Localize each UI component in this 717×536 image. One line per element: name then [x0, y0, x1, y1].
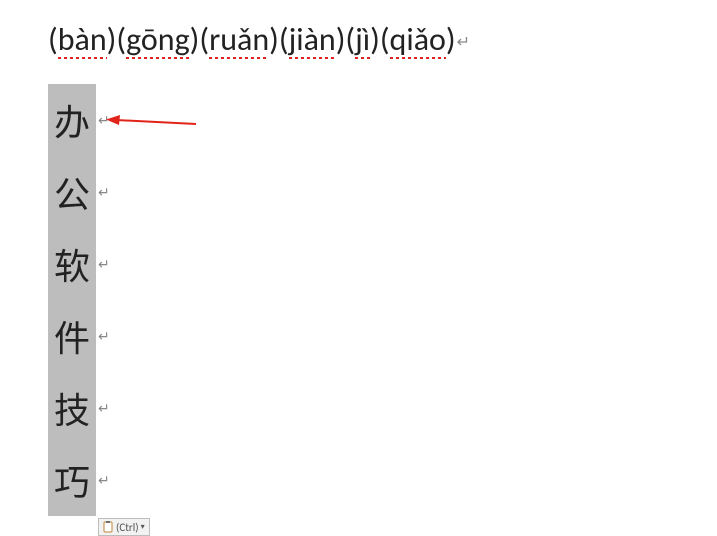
line-break-mark: ↵ — [98, 184, 110, 201]
pinyin-group: (qiǎo) — [380, 20, 456, 62]
pinyin-text: jì — [355, 20, 370, 62]
char-cell: 技 ↵ — [48, 372, 96, 444]
line-break-mark: ↵ — [98, 112, 110, 129]
clipboard-icon — [103, 521, 113, 533]
char-cell: 巧 ↵ — [48, 444, 96, 516]
pinyin-group: (jì) — [345, 20, 379, 62]
char-cell: 办 ↵ — [48, 84, 96, 156]
pinyin-text: bàn — [58, 20, 107, 62]
pinyin-line: (bàn)(gōng)(ruǎn)(jiàn)(jì)(qiǎo)↵ — [48, 20, 470, 62]
char-text: 件 — [54, 310, 90, 362]
char-cell: 软 ↵ — [48, 228, 96, 300]
line-break-mark: ↵ — [98, 328, 110, 345]
pinyin-group: (ruǎn) — [199, 20, 279, 62]
dropdown-icon: ▾ — [141, 522, 145, 532]
char-text: 技 — [54, 382, 90, 434]
pinyin-text: ruǎn — [209, 20, 269, 62]
char-text: 公 — [54, 166, 90, 218]
annotation-arrow — [106, 112, 196, 132]
pinyin-group: (gōng) — [116, 20, 199, 62]
char-cell: 公 ↵ — [48, 156, 96, 228]
pinyin-group: (jiàn) — [279, 20, 346, 62]
paragraph-mark: ↵ — [457, 33, 470, 52]
paste-options-button[interactable]: (Ctrl) ▾ — [98, 518, 150, 536]
vertical-text-column: 办 ↵ 公 ↵ 软 ↵ 件 ↵ 技 ↵ 巧 ↵ — [48, 84, 96, 516]
pinyin-group: (bàn) — [48, 20, 116, 62]
pinyin-text: gōng — [126, 20, 190, 62]
line-break-mark: ↵ — [98, 400, 110, 417]
line-break-mark: ↵ — [98, 256, 110, 273]
line-break-mark: ↵ — [98, 472, 110, 489]
char-text: 办 — [54, 94, 90, 146]
char-cell: 件 ↵ — [48, 300, 96, 372]
paste-label: (Ctrl) — [116, 521, 139, 534]
char-text: 巧 — [54, 454, 90, 506]
pinyin-text: jiàn — [289, 20, 336, 62]
char-text: 软 — [54, 238, 90, 290]
pinyin-text: qiǎo — [390, 20, 446, 62]
